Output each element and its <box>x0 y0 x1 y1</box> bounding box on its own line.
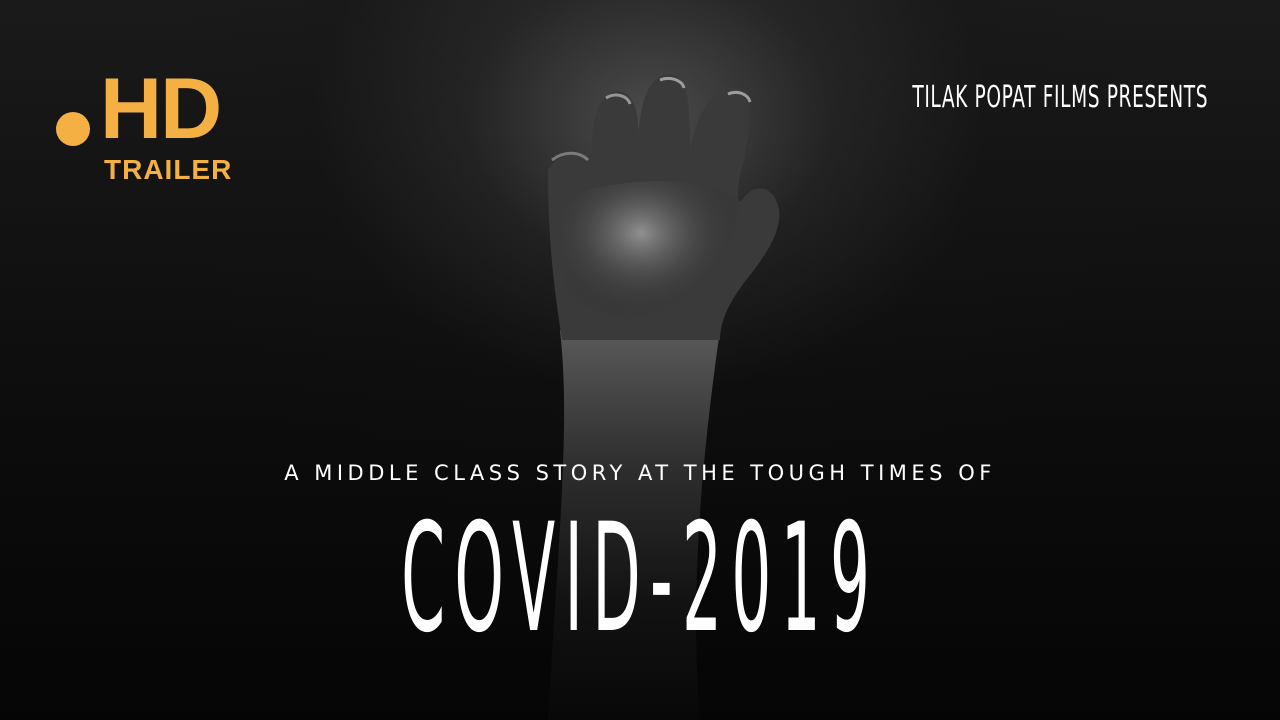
trailer-poster: HD TRAILER TILAK POPAT FILMS PRESENTS A … <box>0 0 1280 720</box>
movie-title-text: COVID-2019 <box>400 492 880 666</box>
presenter-credit: TILAK POPAT FILMS PRESENTS <box>912 80 1208 115</box>
trailer-label: TRAILER <box>104 154 233 185</box>
hd-label: HD <box>100 61 222 157</box>
dot-icon <box>56 112 90 146</box>
hd-trailer-badge: HD TRAILER <box>56 64 256 198</box>
movie-title: COVID-2019 <box>0 484 1280 674</box>
